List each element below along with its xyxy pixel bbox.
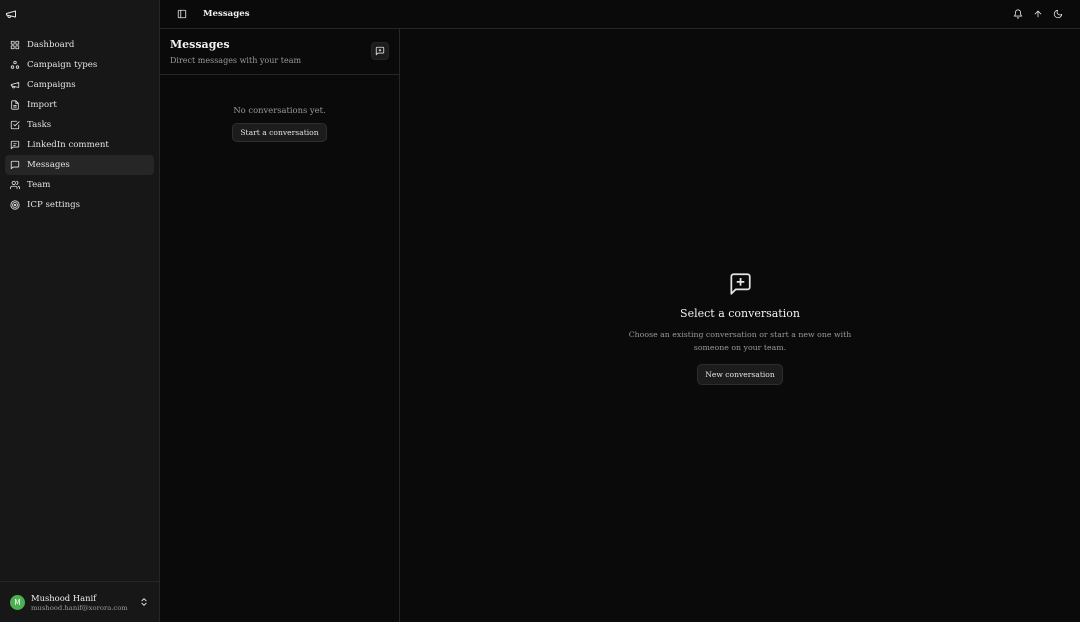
arrow-up-icon bbox=[1034, 10, 1042, 18]
sidebar-item-linkedin-comment[interactable]: LinkedIn comment bbox=[5, 135, 154, 155]
sidebar-item-label: Campaigns bbox=[27, 80, 76, 90]
sidebar-item-label: ICP settings bbox=[27, 200, 81, 210]
sidebar-nav: Dashboard Campaign types Campaigns Impor… bbox=[0, 30, 159, 215]
target-icon bbox=[10, 200, 20, 210]
sidebar-item-messages[interactable]: Messages bbox=[5, 155, 154, 175]
user-name: Mushood Hanif bbox=[31, 592, 97, 603]
chevrons-up-down-icon[interactable] bbox=[139, 596, 149, 608]
chat-icon bbox=[10, 160, 20, 170]
new-message-button[interactable] bbox=[371, 42, 389, 60]
app-root: Dashboard Campaign types Campaigns Impor… bbox=[0, 0, 1080, 622]
sidebar-item-label: Campaign types bbox=[27, 60, 98, 70]
detail-description: Choose an existing conversation or start… bbox=[628, 329, 852, 352]
sidebar-item-label: Dashboard bbox=[27, 40, 75, 50]
checkbox-icon bbox=[10, 120, 20, 130]
grid-icon bbox=[10, 40, 20, 50]
sidebar-toggle-button[interactable] bbox=[172, 4, 192, 24]
sidebar-item-dashboard[interactable]: Dashboard bbox=[5, 35, 154, 55]
user-email: mushood.hanif@xorora.com bbox=[31, 603, 128, 612]
detail-title: Select a conversation bbox=[680, 306, 800, 320]
theme-toggle-button[interactable] bbox=[1048, 4, 1068, 24]
sidebar-item-import[interactable]: Import bbox=[5, 95, 154, 115]
content: Messages Direct messages with your team … bbox=[160, 29, 1080, 622]
megaphone-icon[interactable] bbox=[5, 8, 19, 22]
new-conversation-button[interactable]: New conversation bbox=[697, 363, 783, 385]
message-plus-icon bbox=[730, 272, 751, 295]
file-icon bbox=[11, 100, 19, 110]
panel-left-icon bbox=[177, 9, 187, 19]
notifications-button[interactable] bbox=[1008, 4, 1028, 24]
empty-list-text: No conversations yet. bbox=[233, 105, 326, 115]
topbar: Messages bbox=[160, 0, 1080, 29]
bell-icon bbox=[1013, 9, 1023, 19]
conversation-list: Messages Direct messages with your team … bbox=[160, 29, 400, 622]
sidebar-item-label: Tasks bbox=[27, 120, 52, 130]
user-menu[interactable]: M Mushood Hanif mushood.hanif@xorora.com bbox=[0, 581, 159, 622]
empty-detail: Select a conversation Choose an existing… bbox=[610, 271, 870, 385]
list-header: Messages Direct messages with your team bbox=[160, 29, 399, 75]
sidebar-item-tasks[interactable]: Tasks bbox=[5, 115, 154, 135]
moon-icon bbox=[1053, 9, 1063, 19]
message-square-icon bbox=[10, 140, 20, 150]
message-plus-icon bbox=[375, 46, 385, 56]
megaphone-icon bbox=[10, 82, 20, 89]
avatar: M bbox=[10, 594, 25, 610]
empty-list: No conversations yet. Start a conversati… bbox=[160, 75, 399, 142]
sidebar-item-team[interactable]: Team bbox=[5, 175, 154, 195]
sidebar-item-campaigns[interactable]: Campaigns bbox=[5, 75, 154, 95]
sidebar-item-label: Team bbox=[27, 180, 51, 190]
sidebar-item-label: Import bbox=[27, 100, 57, 110]
sidebar-item-campaign-types[interactable]: Campaign types bbox=[5, 55, 154, 75]
page-title: Messages bbox=[203, 9, 250, 19]
main-area: Messages Messages Direct messages with y… bbox=[160, 0, 1080, 622]
conversation-detail: Select a conversation Choose an existing… bbox=[400, 29, 1080, 622]
list-title: Messages bbox=[170, 38, 230, 51]
sidebar-header bbox=[0, 0, 159, 30]
sidebar: Dashboard Campaign types Campaigns Impor… bbox=[0, 0, 160, 622]
sidebar-item-label: Messages bbox=[27, 160, 70, 170]
sidebar-item-label: LinkedIn comment bbox=[27, 140, 109, 150]
users-icon bbox=[10, 180, 20, 190]
upload-button[interactable] bbox=[1028, 4, 1048, 24]
sidebar-item-icp-settings[interactable]: ICP settings bbox=[5, 195, 154, 215]
shapes-icon bbox=[10, 60, 20, 69]
start-conversation-button[interactable]: Start a conversation bbox=[232, 123, 327, 142]
list-subtitle: Direct messages with your team bbox=[170, 56, 302, 65]
